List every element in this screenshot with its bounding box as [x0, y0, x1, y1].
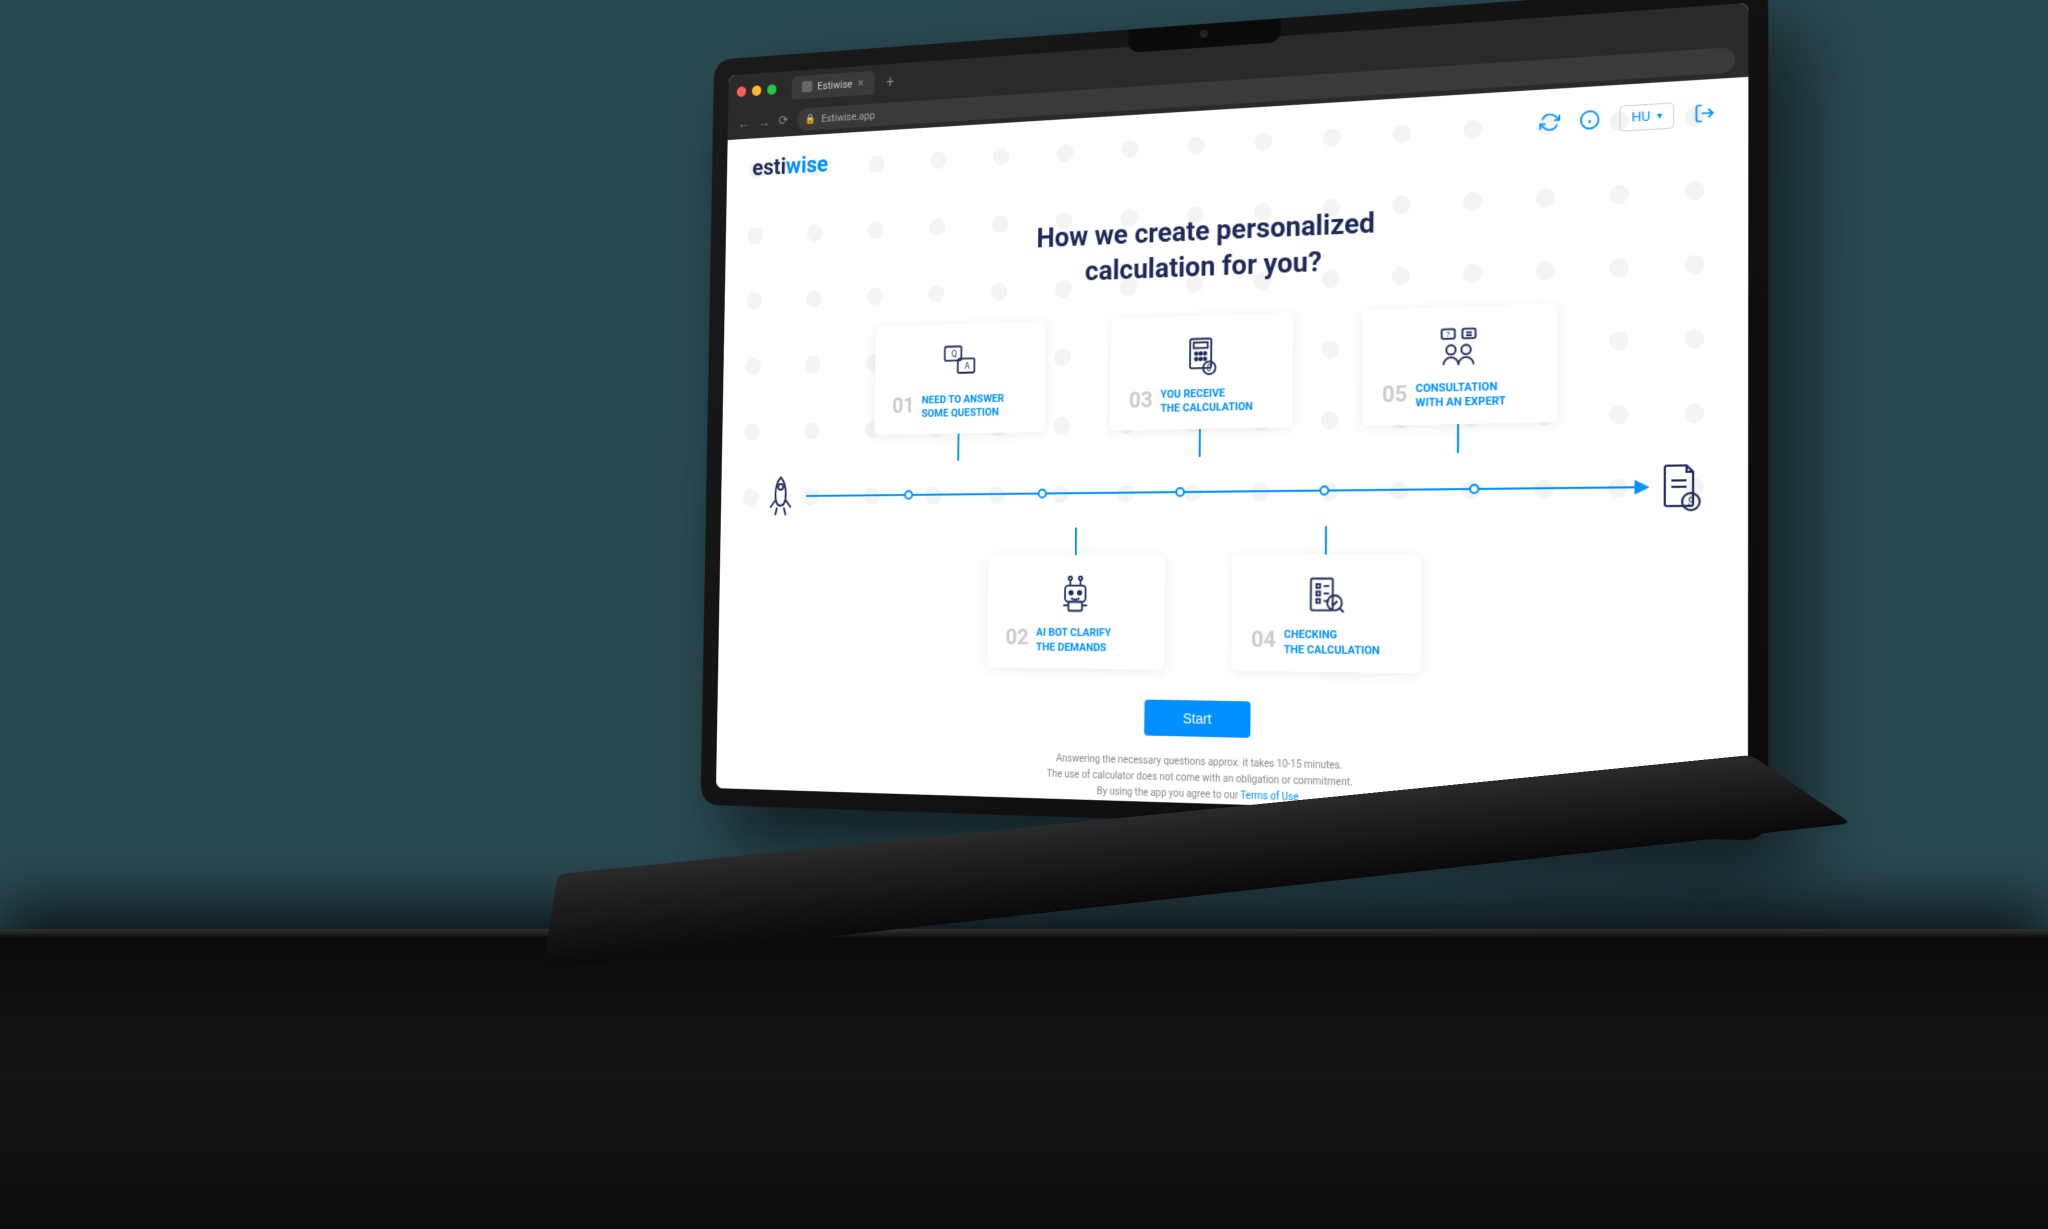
svg-text:$: $ [1207, 363, 1212, 373]
step-card-4: 04 CHECKINGTHE CALCULATION [1231, 555, 1421, 673]
info-icon[interactable] [1579, 109, 1600, 131]
logo-text-b: wise [786, 151, 829, 180]
window-controls[interactable] [737, 83, 785, 97]
timeline-axis [806, 487, 1639, 498]
language-label: HU [1631, 109, 1650, 126]
step-card-5: ? 05 CONSULTATIONWITH AN EXPERT [1362, 303, 1558, 426]
laptop-frame: Estiwise × + ← → ⟳ 🔒 Estiwise.app [650, 20, 1850, 1120]
timeline: Q A 01 NEED TO ANSWERSOME QUESTION [716, 297, 1748, 821]
rocket-icon [763, 474, 798, 520]
refresh-icon[interactable] [1540, 111, 1561, 133]
app-viewport: estiwise HU ▾ [716, 77, 1748, 821]
step-card-3: $ 03 YOU RECEIVETHE CALCULATION [1110, 312, 1293, 431]
svg-text:Q: Q [951, 350, 957, 360]
start-button[interactable]: Start [1144, 699, 1250, 737]
logout-icon[interactable] [1694, 102, 1716, 124]
forward-icon[interactable]: → [758, 114, 770, 131]
checklist-icon [1303, 573, 1347, 618]
minimize-window-icon[interactable] [752, 85, 761, 96]
step-label: YOU RECEIVETHE CALCULATION [1160, 386, 1253, 417]
page-title: How we create personalized calculation f… [742, 188, 1727, 303]
screen: Estiwise × + ← → ⟳ 🔒 Estiwise.app [716, 3, 1748, 821]
step-number: 02 [1005, 626, 1028, 651]
step-label: CHECKINGTHE CALCULATION [1284, 628, 1380, 658]
url-text: Estiwise.app [821, 109, 875, 125]
favicon-icon [802, 81, 812, 93]
chevron-down-icon: ▾ [1657, 110, 1662, 122]
step-number: 01 [892, 394, 915, 418]
maximize-window-icon[interactable] [767, 84, 776, 95]
reload-icon[interactable]: ⟳ [778, 113, 788, 129]
step-label: NEED TO ANSWERSOME QUESTION [921, 392, 1004, 421]
calculator-icon: $ [1179, 333, 1222, 378]
step-card-1: Q A 01 NEED TO ANSWERSOME QUESTION [874, 321, 1046, 436]
step-number: 04 [1251, 628, 1276, 654]
tab-title: Estiwise [817, 77, 852, 92]
step-label: CONSULTATIONWITH AN EXPERT [1416, 379, 1506, 411]
close-tab-icon[interactable]: × [858, 76, 864, 91]
step-number: 05 [1382, 382, 1408, 408]
logo-text-a: esti [752, 153, 786, 181]
browser-tab[interactable]: Estiwise × [792, 70, 875, 99]
svg-text:$: $ [1688, 498, 1694, 510]
document-money-icon: $ [1656, 461, 1704, 513]
new-tab-button[interactable]: + [881, 71, 900, 90]
consultation-icon: ? [1436, 324, 1481, 371]
step-card-2: 02 AI BOT CLARIFYTHE DEMANDS [987, 555, 1165, 669]
close-window-icon[interactable] [737, 86, 746, 97]
lock-icon: 🔒 [805, 114, 816, 125]
svg-text:A: A [964, 362, 970, 372]
robot-icon [1055, 573, 1096, 617]
step-label: AI BOT CLARIFYTHE DEMANDS [1036, 626, 1111, 655]
svg-text:?: ? [1446, 329, 1450, 339]
logo[interactable]: estiwise [752, 151, 828, 181]
back-icon[interactable]: ← [738, 115, 750, 131]
step-number: 03 [1129, 388, 1153, 413]
qa-icon: Q A [940, 340, 980, 383]
language-select[interactable]: HU ▾ [1620, 102, 1675, 131]
